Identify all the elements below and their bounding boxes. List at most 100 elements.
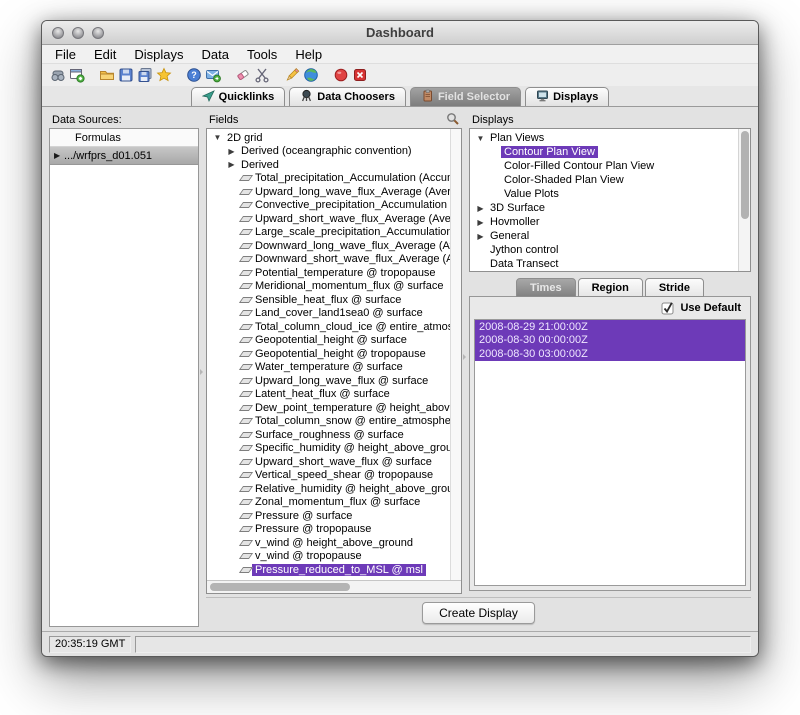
field-item[interactable]: Zonal_momentum_flux @ surface	[207, 496, 461, 510]
tree-node-icon	[239, 567, 252, 573]
save-icon[interactable]	[117, 67, 134, 84]
tree-node-icon	[239, 337, 252, 343]
field-item[interactable]: Total_precipitation_Accumulation (Accumu…	[207, 172, 461, 186]
tree-node-icon	[225, 160, 238, 169]
title-bar[interactable]: Dashboard	[42, 21, 758, 45]
times-list: 2008-08-29 21:00:00Z 2008-08-30 00:00:00…	[474, 319, 746, 586]
field-item[interactable]: Pressure_reduced_to_MSL @ msl	[207, 563, 461, 577]
tab-times[interactable]: Times	[516, 278, 576, 297]
magnifier-icon[interactable]	[446, 112, 459, 128]
displays-vertical-scrollbar[interactable]	[738, 129, 750, 271]
field-item[interactable]: Total_column_cloud_ice @ entire_atmosphe…	[207, 320, 461, 334]
new-window-icon[interactable]	[68, 67, 85, 84]
create-display-button[interactable]: Create Display	[422, 602, 535, 624]
open-folder-icon[interactable]	[98, 67, 115, 84]
field-item[interactable]: v_wind @ tropopause	[207, 550, 461, 564]
data-source-item[interactable]: .../wrfprs_d01.051	[50, 147, 198, 165]
field-item[interactable]: Downward_short_wave_flux_Average (Averag…	[207, 253, 461, 267]
tab-region[interactable]: Region	[578, 278, 643, 297]
field-item[interactable]: Sensible_heat_flux @ surface	[207, 293, 461, 307]
scrollbar-thumb[interactable]	[210, 583, 350, 591]
record-icon[interactable]	[332, 67, 349, 84]
display-type-item[interactable]: Jython control	[470, 243, 738, 257]
menu-item[interactable]: Data	[192, 47, 237, 62]
field-item[interactable]: 2D grid	[207, 131, 461, 145]
close-button[interactable]	[52, 27, 64, 39]
tab-field-selector[interactable]: Field Selector	[410, 87, 521, 106]
display-type-item[interactable]: Plan Views	[470, 131, 738, 145]
zoom-button[interactable]	[92, 27, 104, 39]
fields-tree-box: 2D grid Derived (oceangraphic convention…	[206, 128, 462, 594]
field-item[interactable]: v_wind @ height_above_ground	[207, 536, 461, 550]
field-item[interactable]: Surface_roughness @ surface	[207, 428, 461, 442]
field-item[interactable]: Derived	[207, 158, 461, 172]
field-item[interactable]: Geopotential_height @ surface	[207, 334, 461, 348]
minimize-button[interactable]	[72, 27, 84, 39]
field-item[interactable]: Upward_short_wave_flux_Average (Average …	[207, 212, 461, 226]
menu-item[interactable]: Tools	[238, 47, 286, 62]
field-item[interactable]: Relative_humidity @ height_above_ground	[207, 482, 461, 496]
field-item[interactable]: Pressure @ tropopause	[207, 523, 461, 537]
field-item[interactable]: Total_column_snow @ entire_atmosphere	[207, 415, 461, 429]
fields-tree: 2D grid Derived (oceangraphic convention…	[207, 129, 461, 580]
support-message-icon[interactable]	[204, 67, 221, 84]
tab-data-choosers[interactable]: Data Choosers	[289, 87, 406, 106]
display-type-item[interactable]: Value Plots	[470, 187, 738, 201]
field-item[interactable]: Derived (oceangraphic convention)	[207, 145, 461, 159]
field-item[interactable]: Vertical_speed_shear @ tropopause	[207, 469, 461, 483]
display-type-item[interactable]: Color-Shaded Plan View	[470, 173, 738, 187]
pencil-icon[interactable]	[283, 67, 300, 84]
fields-vertical-scrollbar[interactable]	[450, 129, 461, 580]
tab-quicklinks[interactable]: Quicklinks	[191, 87, 286, 106]
tree-node-icon	[239, 459, 252, 465]
display-type-item[interactable]: 3D Surface	[470, 201, 738, 215]
use-default-checkbox[interactable]	[661, 301, 675, 315]
field-item[interactable]: Upward_long_wave_flux_Average (Average f…	[207, 185, 461, 199]
data-source-item[interactable]: Formulas	[50, 129, 198, 147]
display-type-item[interactable]: Hovmoller	[470, 215, 738, 229]
tab-stride[interactable]: Stride	[645, 278, 704, 297]
time-item[interactable]: 2008-08-29 21:00:00Z	[475, 320, 745, 334]
field-item[interactable]: Specific_humidity @ height_above_ground	[207, 442, 461, 456]
display-type-item[interactable]: Color-Filled Contour Plan View	[470, 159, 738, 173]
splitter-left[interactable]	[199, 111, 206, 627]
fields-horizontal-scrollbar[interactable]	[207, 580, 461, 593]
field-item[interactable]: Upward_short_wave_flux @ surface	[207, 455, 461, 469]
field-item[interactable]: Upward_long_wave_flux @ surface	[207, 374, 461, 388]
favorites-star-icon[interactable]	[155, 67, 172, 84]
field-item[interactable]: Latent_heat_flux @ surface	[207, 388, 461, 402]
splitter-middle[interactable]	[462, 111, 469, 597]
time-item[interactable]: 2008-08-30 00:00:00Z	[475, 334, 745, 348]
save-as-icon[interactable]	[136, 67, 153, 84]
cut-icon[interactable]	[253, 67, 270, 84]
use-default-label: Use Default	[680, 302, 741, 314]
scrollbar-thumb[interactable]	[741, 131, 749, 219]
tab-displays[interactable]: Displays	[525, 87, 609, 106]
binoculars-icon[interactable]	[49, 67, 66, 84]
menu-item[interactable]: Help	[286, 47, 331, 62]
field-item[interactable]: Dew_point_temperature @ height_above_gro…	[207, 401, 461, 415]
display-type-item[interactable]: Data Transect	[470, 257, 738, 271]
display-type-item[interactable]: Contour Plan View	[470, 145, 738, 159]
field-item[interactable]: Potential_temperature @ tropopause	[207, 266, 461, 280]
display-type-item[interactable]: General	[470, 229, 738, 243]
field-item[interactable]: Meridional_momentum_flux @ surface	[207, 280, 461, 294]
field-item[interactable]: Downward_long_wave_flux_Average (Average…	[207, 239, 461, 253]
menu-item[interactable]: File	[46, 47, 85, 62]
field-item[interactable]: Large_scale_precipitation_Accumulation (…	[207, 226, 461, 240]
data-sources-label: Data Sources:	[49, 111, 199, 128]
time-item[interactable]: 2008-08-30 03:00:00Z	[475, 347, 745, 361]
menu-item[interactable]: Edit	[85, 47, 125, 62]
menu-item[interactable]: Displays	[125, 47, 192, 62]
field-item[interactable]: Geopotential_height @ tropopause	[207, 347, 461, 361]
tree-node-icon	[239, 378, 252, 384]
tree-node-icon	[239, 526, 252, 532]
help-icon[interactable]: ?	[185, 67, 202, 84]
field-item[interactable]: Land_cover_land1sea0 @ surface	[207, 307, 461, 321]
field-item[interactable]: Water_temperature @ surface	[207, 361, 461, 375]
eraser-icon[interactable]	[234, 67, 251, 84]
stop-icon[interactable]	[351, 67, 368, 84]
globe-icon[interactable]	[302, 67, 319, 84]
field-item[interactable]: Pressure @ surface	[207, 509, 461, 523]
field-item[interactable]: Convective_precipitation_Accumulation (A…	[207, 199, 461, 213]
